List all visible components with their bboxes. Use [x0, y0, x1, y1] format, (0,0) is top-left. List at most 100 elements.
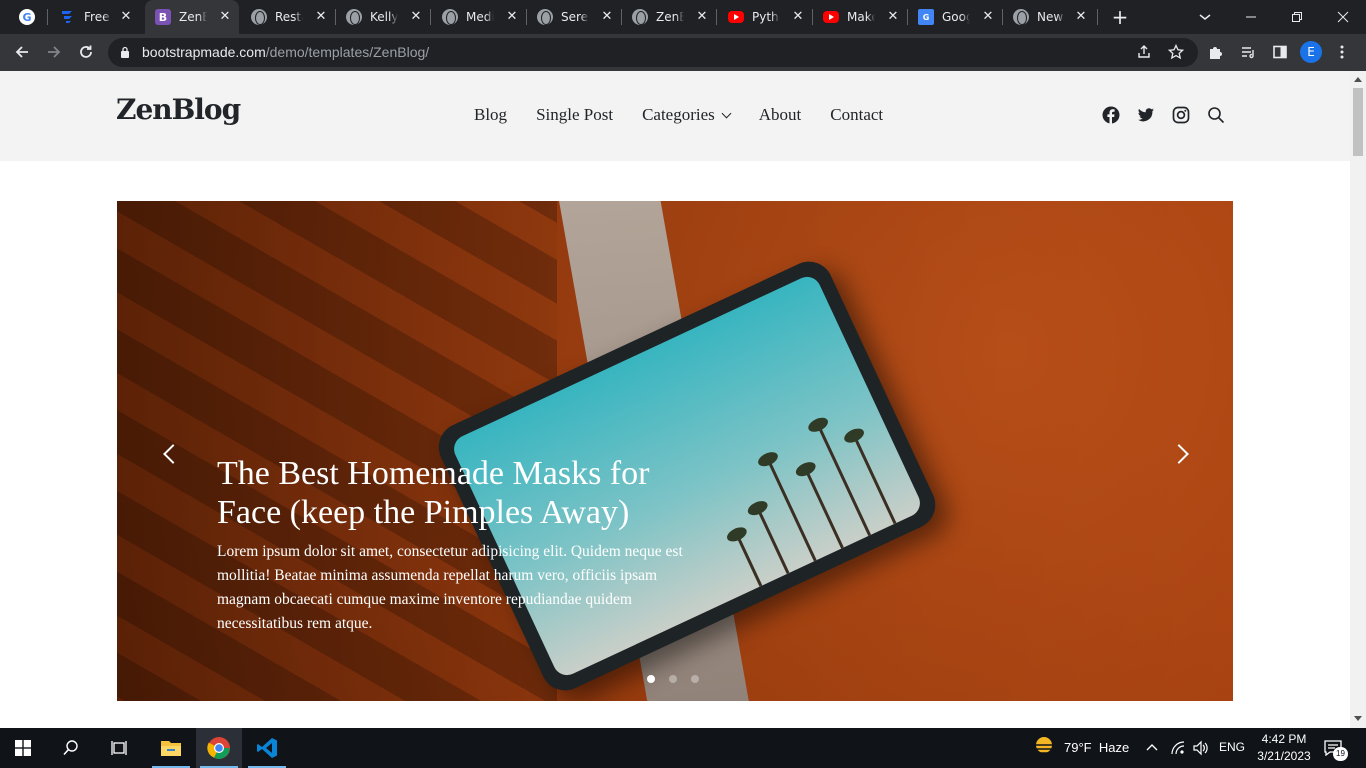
tab-title: Restau [275, 10, 303, 24]
close-window-button[interactable] [1320, 0, 1366, 34]
tab-search-button[interactable] [1193, 5, 1217, 29]
chevron-up-icon[interactable] [1146, 742, 1158, 754]
chrome-app[interactable] [196, 728, 242, 768]
close-tab-icon[interactable]: ✕ [504, 9, 520, 25]
share-button[interactable] [1130, 38, 1158, 66]
extensions-button[interactable] [1202, 38, 1230, 66]
lock-icon [121, 46, 129, 58]
close-tab-icon[interactable]: ✕ [694, 9, 710, 25]
close-tab-icon[interactable]: ✕ [1073, 9, 1089, 25]
folder-icon [161, 741, 181, 756]
weather-haze-icon [1034, 737, 1054, 754]
globe-icon [632, 9, 648, 25]
windows-taskbar: 79°F Haze ENG 4:42 PM 3/21/2023 19 [0, 728, 1366, 768]
browser-tab-strip: G Free B ✕ B ZenBl ✕ Restau ✕ Kelly E ✕ … [0, 0, 1366, 34]
network-icon[interactable] [1170, 740, 1186, 756]
tab-kelly[interactable]: Kelly E ✕ [336, 0, 430, 34]
notification-center-button[interactable]: 19 [1320, 728, 1360, 768]
tab-title: ZenBl [179, 10, 207, 24]
side-panel-button[interactable] [1266, 38, 1294, 66]
profile-avatar[interactable]: E [1300, 41, 1322, 63]
tab-separator [1097, 9, 1098, 25]
close-icon [1337, 11, 1349, 23]
weather-desc: Haze [1098, 740, 1130, 755]
close-tab-icon[interactable]: ✕ [980, 9, 996, 25]
volume-icon[interactable] [1192, 740, 1210, 756]
tab-google[interactable]: G [8, 0, 46, 34]
restore-icon [1292, 12, 1302, 22]
search-icon[interactable] [1207, 106, 1225, 124]
close-tab-icon[interactable]: ✕ [599, 9, 615, 25]
forward-button[interactable] [40, 38, 68, 66]
nav-blog[interactable]: Blog [474, 105, 507, 125]
close-tab-icon[interactable]: ✕ [408, 9, 424, 25]
carousel-dot[interactable] [691, 675, 699, 683]
close-tab-icon[interactable]: ✕ [313, 9, 329, 25]
start-button[interactable] [0, 728, 46, 768]
tab-python[interactable]: Pytho ✕ [718, 0, 812, 34]
scroll-thumb[interactable] [1353, 88, 1363, 156]
globe-icon [537, 9, 553, 25]
tab-title: New T [1037, 10, 1065, 24]
notification-count-badge: 19 [1333, 747, 1348, 761]
new-tab-button[interactable]: + [1108, 5, 1132, 29]
chevron-down-icon [721, 108, 732, 118]
main-nav: Blog Single Post Categories About Contac… [474, 105, 912, 125]
clock[interactable]: 4:42 PM 3/21/2023 [1254, 731, 1314, 765]
page-scrollbar[interactable] [1350, 71, 1366, 728]
tab-google-sheets[interactable]: G Googl ✕ [908, 0, 1002, 34]
tab-new-tab[interactable]: New T ✕ [1003, 0, 1095, 34]
twitter-icon[interactable] [1137, 106, 1155, 124]
carousel-dot[interactable] [669, 675, 677, 683]
nav-contact[interactable]: Contact [830, 105, 883, 125]
close-tab-icon[interactable]: ✕ [217, 9, 233, 25]
task-view-button[interactable] [96, 728, 142, 768]
windows-logo-icon [15, 740, 31, 756]
taskbar-search-button[interactable] [48, 728, 94, 768]
back-button[interactable] [8, 38, 36, 66]
clock-date: 3/21/2023 [1257, 749, 1311, 763]
close-tab-icon[interactable]: ✕ [118, 9, 134, 25]
hero-title[interactable]: The Best Homemade Masks for Face (keep t… [217, 454, 707, 532]
share-icon [1138, 45, 1150, 58]
tab-seren[interactable]: Seren ✕ [527, 0, 621, 34]
youtube-icon [823, 11, 839, 23]
minimize-button[interactable] [1228, 0, 1274, 34]
bookmark-button[interactable] [1162, 38, 1190, 66]
language-indicator[interactable]: ENG [1219, 740, 1245, 754]
file-explorer-app[interactable] [148, 728, 194, 768]
tab-zenblog-2[interactable]: ZenBl ✕ [622, 0, 716, 34]
close-tab-icon[interactable]: ✕ [790, 9, 806, 25]
reload-button[interactable] [72, 38, 100, 66]
tab-make[interactable]: Make ✕ [813, 0, 907, 34]
tab-medic[interactable]: Medic ✕ [432, 0, 526, 34]
address-bar[interactable]: bootstrapmade.com/demo/templates/ZenBlog… [108, 38, 1198, 67]
puzzle-icon [1210, 47, 1222, 59]
carousel-next-button[interactable] [1169, 444, 1189, 464]
url-host: bootstrapmade.com [142, 44, 266, 60]
nav-about[interactable]: About [759, 105, 802, 125]
carousel-dot[interactable] [647, 675, 655, 683]
globe-icon [251, 9, 267, 25]
site-logo[interactable]: ZenBlog [116, 93, 241, 126]
close-tab-icon[interactable]: ✕ [885, 9, 901, 25]
restore-button[interactable] [1274, 0, 1320, 34]
globe-icon [346, 9, 362, 25]
menu-button[interactable] [1328, 38, 1356, 66]
tab-free-b[interactable]: Free B ✕ [50, 0, 140, 34]
nav-categories[interactable]: Categories [642, 105, 732, 125]
instagram-icon[interactable] [1172, 106, 1190, 124]
vscode-app[interactable] [244, 728, 290, 768]
arrow-left-icon [15, 46, 28, 58]
weather-widget[interactable]: 79°F Haze [1064, 740, 1129, 755]
nav-single-post[interactable]: Single Post [536, 105, 613, 125]
hero-caption: The Best Homemade Masks for Face (keep t… [217, 454, 707, 636]
reading-list-button[interactable] [1234, 38, 1262, 66]
scroll-up-arrow[interactable] [1354, 77, 1362, 82]
tab-restau[interactable]: Restau ✕ [241, 0, 335, 34]
tab-separator [47, 9, 48, 25]
tab-separator [716, 9, 717, 25]
tab-zenblog-active[interactable]: B ZenBl ✕ [145, 0, 239, 34]
scroll-down-arrow[interactable] [1354, 716, 1362, 721]
facebook-icon[interactable] [1102, 106, 1120, 124]
